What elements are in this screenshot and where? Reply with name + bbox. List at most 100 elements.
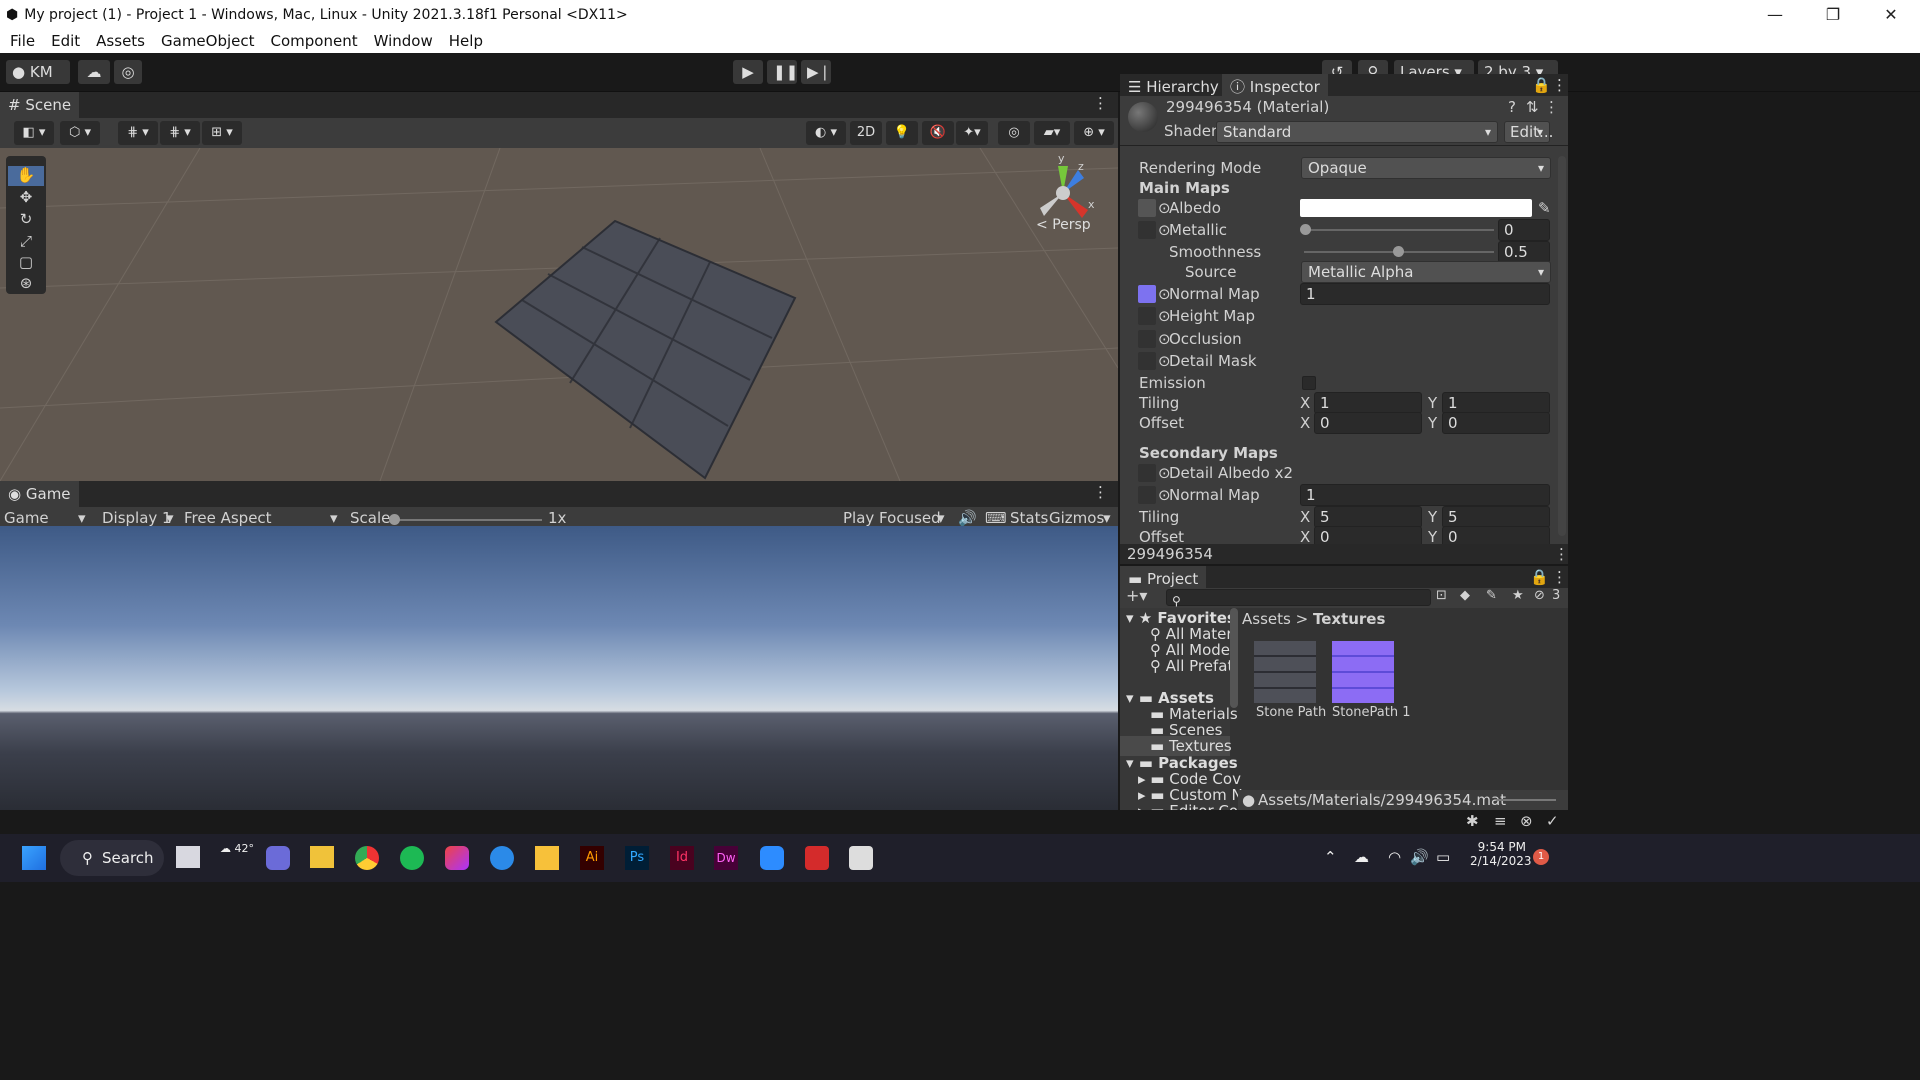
menu-edit[interactable]: Edit	[51, 32, 80, 50]
footer-more-icon[interactable]: ⋮	[1554, 544, 1569, 564]
tray-chevron-icon[interactable]: ⌃	[1324, 848, 1337, 866]
fav-all-prefabs[interactable]: ⚲ All Prefat	[1150, 656, 1233, 676]
edit-shader-button[interactable]: Edit...	[1504, 121, 1553, 143]
indesign-icon[interactable]: Id	[670, 846, 694, 870]
tab-game[interactable]: ◉ Game	[0, 481, 79, 507]
hidden-packages-icon[interactable]: ⊘	[1534, 588, 1545, 603]
keyboard-icon[interactable]: ⌨	[985, 509, 1007, 527]
normal-map2-scale-field[interactable]: 1	[1300, 484, 1550, 506]
normal-map-texture-slot[interactable]	[1138, 285, 1156, 303]
display-dropdown[interactable]: Display 1 ▾	[102, 509, 176, 527]
height-map-texture-slot[interactable]	[1138, 307, 1156, 325]
onedrive-icon[interactable]: ☁	[1354, 848, 1369, 866]
draw-mode-dropdown[interactable]: ◧ ▾	[14, 121, 54, 145]
material-more-icon[interactable]: ⋮	[1544, 98, 1559, 116]
maximize-button[interactable]: ❐	[1804, 0, 1862, 29]
smoothness-slider-handle[interactable]	[1393, 246, 1404, 257]
offset-y-field[interactable]: 0	[1442, 412, 1550, 434]
help-icon[interactable]: ?	[1508, 98, 1516, 116]
offset-x-field[interactable]: 0	[1314, 412, 1422, 434]
tree-scrollbar[interactable]	[1230, 608, 1238, 708]
wifi-icon[interactable]: ◠	[1388, 848, 1401, 866]
illustrator-icon[interactable]: Ai	[580, 846, 604, 870]
cache-icon[interactable]: ⊗	[1520, 812, 1533, 830]
game-more-icon[interactable]: ⋮	[1093, 483, 1108, 501]
lighting-toggle-icon[interactable]: 💡	[886, 121, 918, 145]
sticky-notes-icon[interactable]	[535, 846, 559, 870]
menu-component[interactable]: Component	[271, 32, 358, 50]
label-filter-icon[interactable]: ✎	[1486, 588, 1497, 603]
more-icon[interactable]: ⋮	[1093, 94, 1108, 112]
normal-map-scale-field[interactable]: 1	[1300, 283, 1550, 305]
rect-tool-icon[interactable]: ▢	[8, 253, 44, 273]
occlusion-texture-slot[interactable]	[1138, 330, 1156, 348]
pause-button[interactable]: ❚❚	[767, 60, 798, 84]
battery-icon[interactable]: ▭	[1436, 848, 1450, 866]
gizmos-dropdown-icon[interactable]: ⊕ ▾	[1074, 121, 1114, 145]
type-filter-icon[interactable]: ◆	[1460, 588, 1470, 603]
stats-button[interactable]: Stats	[1010, 509, 1048, 527]
stone-path-normal-thumbnail[interactable]	[1332, 641, 1394, 703]
transform-tool-icon[interactable]: ⊛	[8, 274, 44, 294]
metallic-slider[interactable]	[1304, 229, 1494, 231]
chrome-icon[interactable]	[355, 846, 379, 870]
gizmos-chevron-icon[interactable]: ▾	[1103, 509, 1111, 527]
detail-mask-texture-slot[interactable]	[1138, 352, 1156, 370]
project-more-icon[interactable]: ⋮	[1552, 568, 1567, 586]
volume-icon[interactable]: 🔊	[1410, 848, 1429, 866]
menu-help[interactable]: Help	[449, 32, 483, 50]
photoshop-icon[interactable]: Ps	[625, 846, 649, 870]
notification-badge[interactable]: 1	[1533, 849, 1549, 865]
game-view-dropdown[interactable]: Game ▾	[4, 509, 90, 527]
toggle-2d-button[interactable]: 2D	[850, 121, 882, 145]
projection-toggle[interactable]: < Persp	[1036, 217, 1091, 233]
teams-chat-icon[interactable]	[266, 846, 290, 870]
emission-checkbox[interactable]	[1302, 376, 1316, 390]
safari-icon[interactable]	[490, 846, 514, 870]
breadcrumb-textures[interactable]: Textures	[1313, 610, 1385, 628]
inspector-scrollbar[interactable]	[1558, 156, 1566, 536]
thumbnail-size-slider[interactable]	[1496, 799, 1556, 801]
play-button[interactable]: ▶	[733, 60, 763, 84]
project-search-input[interactable]: ⚲	[1166, 589, 1431, 608]
unity-hub-icon[interactable]	[849, 846, 873, 870]
step-button[interactable]: ▶❘	[801, 60, 831, 84]
menu-file[interactable]: File	[10, 32, 35, 50]
windows-start-icon[interactable]	[22, 846, 46, 870]
check-icon[interactable]: ✓	[1546, 812, 1559, 830]
minimize-button[interactable]: —	[1746, 0, 1804, 29]
offset2-x-field[interactable]: 0	[1314, 526, 1422, 544]
breadcrumb-assets[interactable]: Assets	[1242, 610, 1291, 628]
hand-tool-icon[interactable]: ✋	[8, 166, 44, 186]
aspect-dropdown[interactable]: Free Aspect ▾	[184, 509, 340, 527]
audio-toggle-icon[interactable]: 🔇	[922, 121, 954, 145]
taskbar-search[interactable]: ⚲ Search	[60, 840, 164, 876]
acrobat-icon[interactable]	[805, 846, 829, 870]
metallic-field[interactable]: 0	[1498, 219, 1550, 241]
menu-gameobject[interactable]: GameObject	[161, 32, 255, 50]
menu-assets[interactable]: Assets	[96, 32, 145, 50]
offset2-y-field[interactable]: 0	[1442, 526, 1550, 544]
scale-tool-icon[interactable]: ⤢	[8, 232, 44, 252]
shader-dropdown[interactable]: Standard	[1216, 121, 1498, 143]
cloud-icon[interactable]: ☁	[78, 60, 110, 84]
collab-icon[interactable]: ◎	[114, 60, 142, 84]
clock[interactable]: 9:54 PM 2/14/2023	[1470, 840, 1532, 868]
weather-widget[interactable]: ☁ 42°	[220, 842, 254, 855]
project-lock-icon[interactable]: 🔒	[1530, 568, 1549, 586]
play-focused-dropdown[interactable]: Play Focused ▾	[843, 509, 947, 527]
scale-slider-handle[interactable]	[389, 514, 400, 525]
detail-albedo-texture-slot[interactable]	[1138, 464, 1156, 482]
inspector-more-icon[interactable]: ⋮	[1552, 76, 1567, 94]
normal-map2-texture-slot[interactable]	[1138, 486, 1156, 504]
metallic-slider-handle[interactable]	[1300, 224, 1311, 235]
close-button[interactable]: ✕	[1862, 0, 1920, 29]
creative-cloud-icon[interactable]	[445, 846, 469, 870]
favorite-icon[interactable]: ★	[1512, 588, 1524, 603]
gizmos-button[interactable]: Gizmos	[1049, 509, 1104, 527]
move-tool-icon[interactable]: ✥	[8, 188, 44, 208]
source-dropdown[interactable]: Metallic Alpha	[1301, 261, 1551, 283]
albedo-texture-slot[interactable]	[1138, 199, 1156, 217]
menu-window[interactable]: Window	[374, 32, 433, 50]
snap-increment-dropdown[interactable]: ⋕ ▾	[160, 121, 200, 145]
